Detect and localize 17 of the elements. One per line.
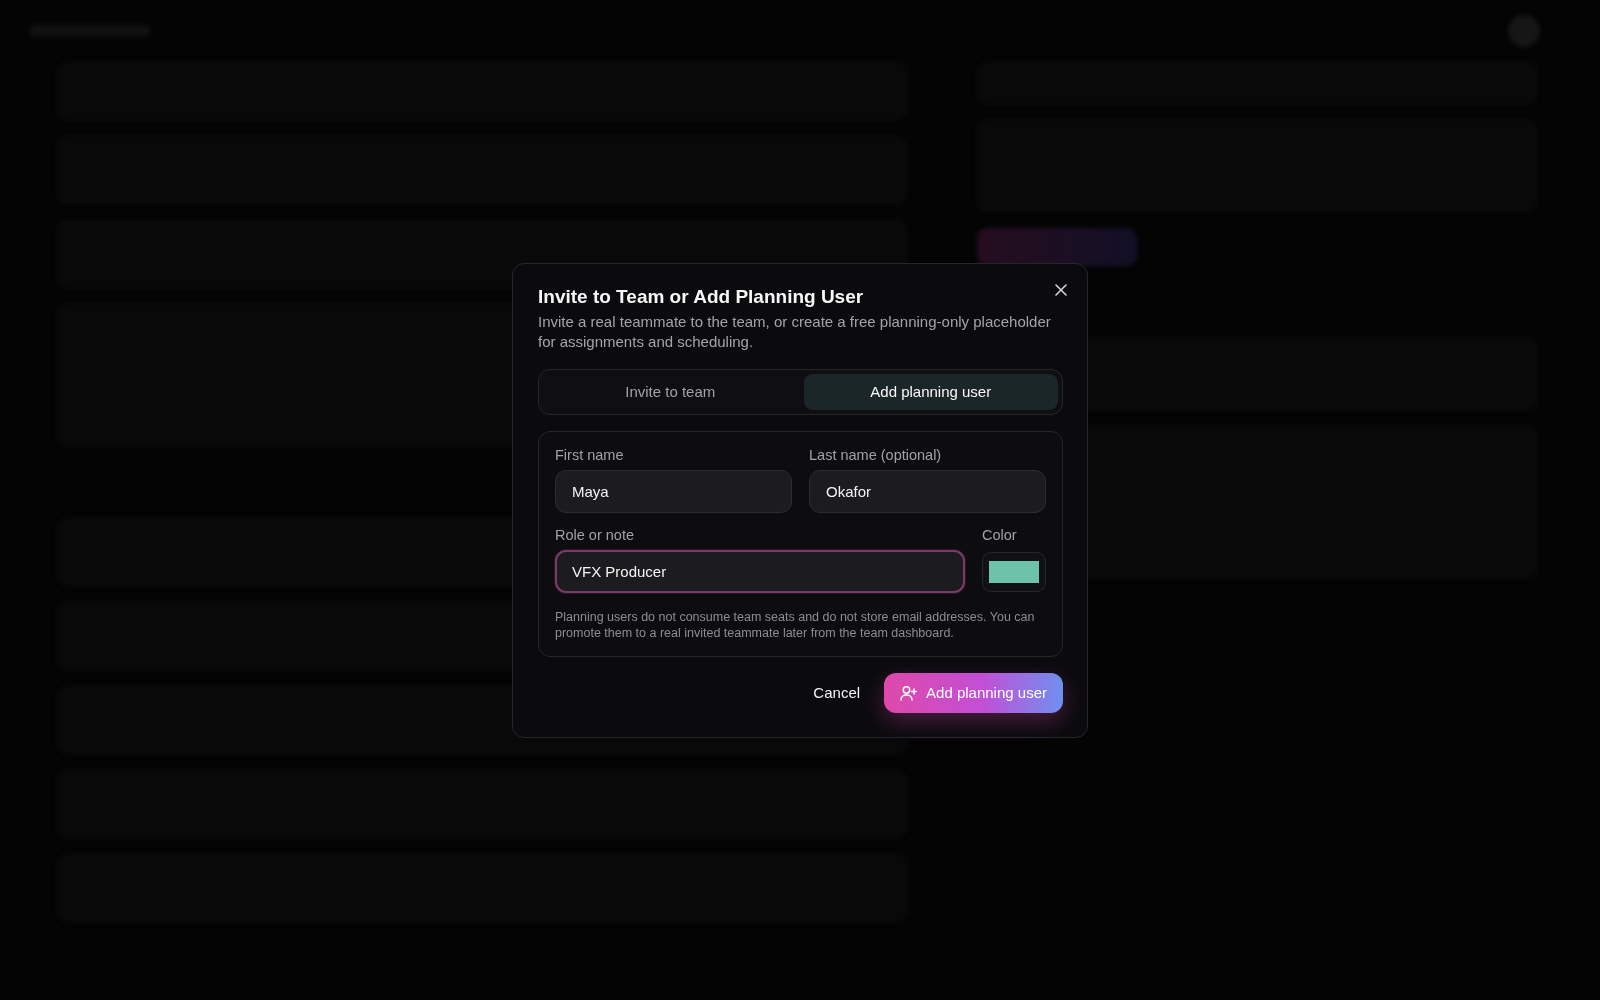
text-input-field[interactable]: VFX Producer [555, 549, 965, 593]
field-label: First name [555, 445, 624, 464]
dialog-title: Invite to Team or Add Planning User [538, 284, 864, 309]
tab[interactable]: Add planning user [803, 373, 1058, 410]
dialog-description: Invite a real teammate to the team, or create a free planning-only placeholder for assignments and scheduling. [538, 311, 1052, 352]
close-icon [1055, 283, 1067, 296]
user-plus-icon [900, 684, 918, 701]
add-planning-user-button[interactable]: Add planning user [884, 672, 1063, 713]
form-note: Planning users do not consume team seats and do not store email addresses. You can promote them to a real invited teammate later from the team dashboard. [555, 608, 1036, 641]
field-label: Role or note [555, 525, 634, 544]
tab[interactable]: Invite to team [543, 373, 798, 410]
color-picker[interactable] [982, 551, 1046, 592]
cancel-button[interactable]: Cancel [813, 680, 861, 705]
text-input-field[interactable]: Okafor [809, 469, 1046, 513]
field-label: Color [982, 525, 1017, 544]
text-input-field[interactable]: Maya [555, 469, 792, 513]
field-label: Last name (optional) [809, 445, 942, 464]
